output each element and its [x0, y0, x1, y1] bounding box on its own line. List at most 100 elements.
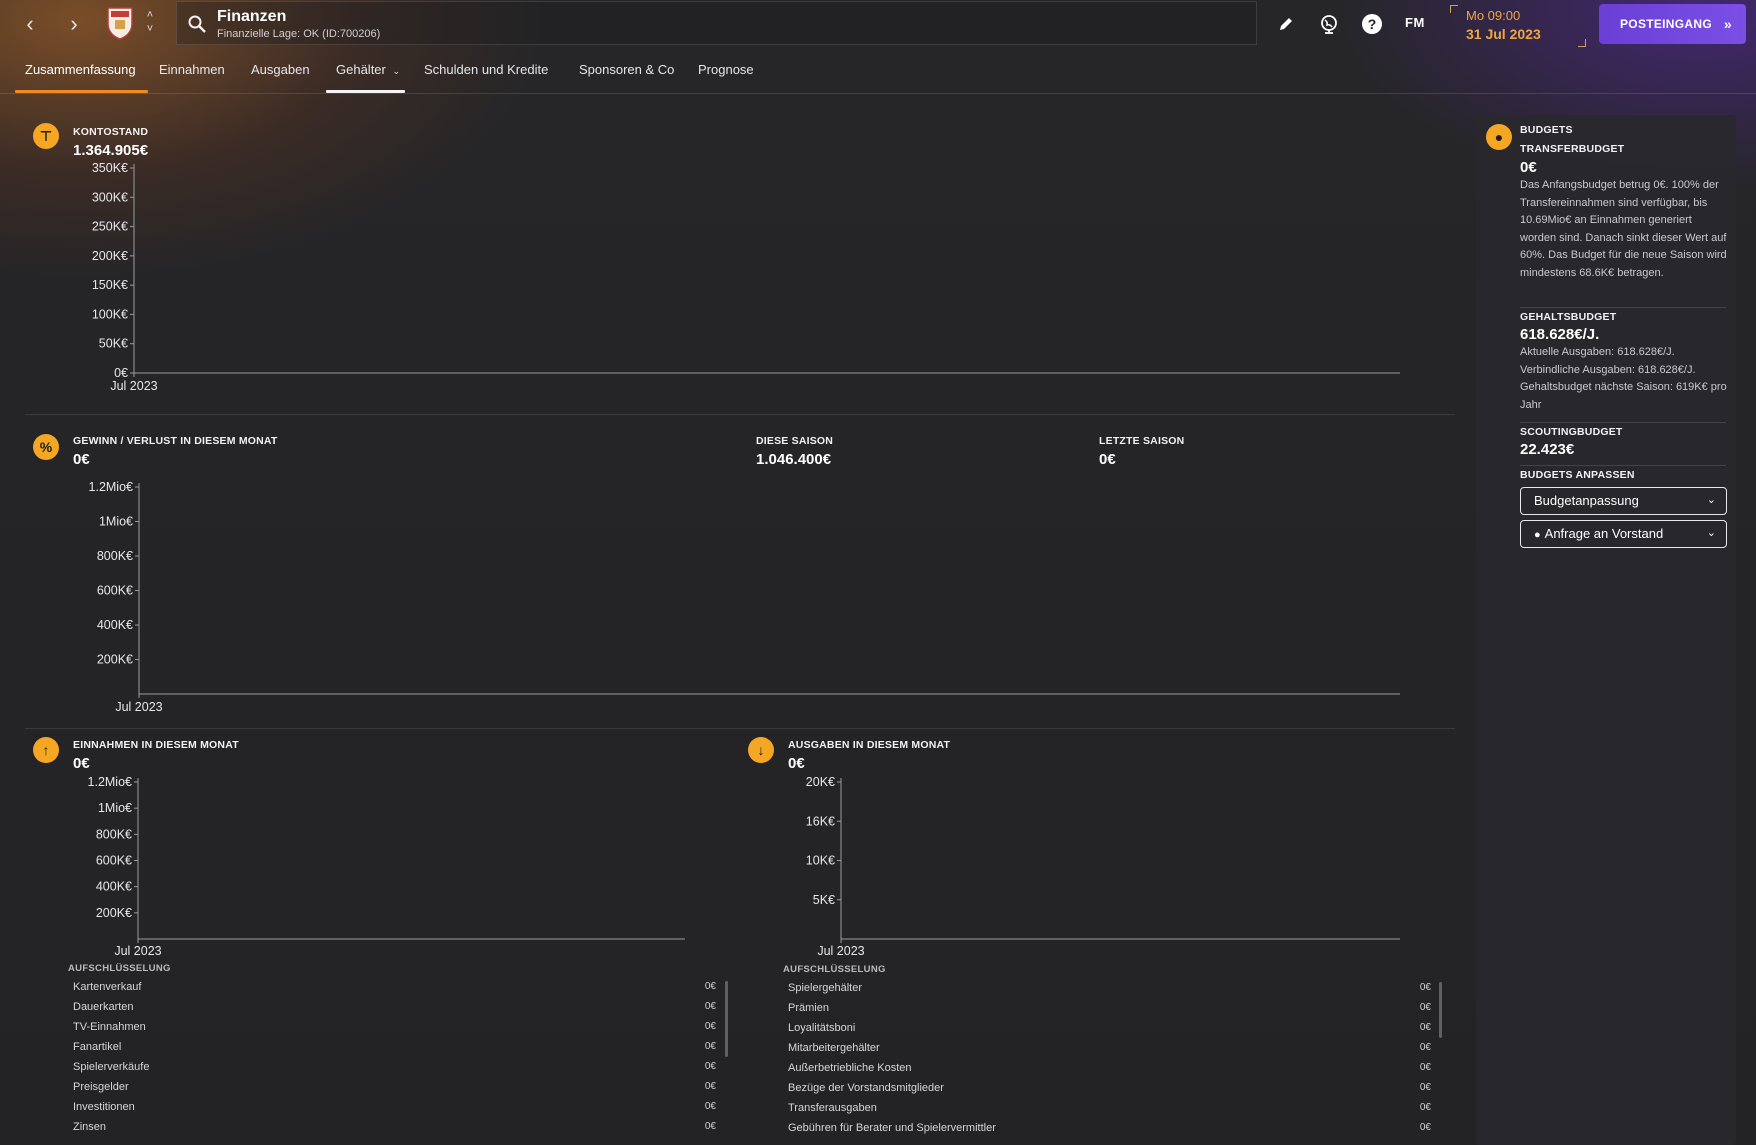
breakdown-row[interactable]: Außerbetriebliche Kosten 0€	[788, 1059, 1431, 1079]
breakdown-row[interactable]: TV-Einnahmen 0€	[73, 1018, 716, 1038]
breakdown-row[interactable]: Spielergehälter 0€	[788, 979, 1431, 999]
y-tick-label: 200K€	[97, 653, 133, 667]
y-tick-label: 200K€	[96, 906, 132, 920]
this-season-value: 1.046.400€	[756, 451, 832, 468]
scouting-budget-value: 22.423€	[1520, 441, 1575, 458]
income-breakdown-title: AUFSCHLÜSSELUNG	[68, 963, 171, 974]
scouting-budget-label: SCOUTINGBUDGET	[1520, 426, 1623, 438]
last-season-label: LETZTE SAISON	[1099, 435, 1185, 447]
y-tick-label: 100K€	[92, 307, 128, 321]
y-tick-label: 250K€	[92, 220, 128, 234]
main-content: ⊤ KONTOSTAND 1.364.905€ 350K€ 300K€ 250K€ 2…	[0, 0, 1460, 1145]
breakdown-row-value: 0€	[1419, 1082, 1431, 1093]
this-season-label: DIESE SAISON	[756, 435, 834, 447]
y-tick-label: 150K€	[92, 278, 128, 292]
balance-label: KONTOSTAND	[73, 126, 149, 138]
y-tick-label: 400K€	[96, 880, 132, 894]
y-tick-label: 50K€	[99, 337, 128, 351]
inbox-button-label: POSTEINGANG	[1620, 17, 1712, 31]
breakdown-row[interactable]: Gebühren für Berater und Spielervermittl…	[788, 1119, 1431, 1139]
breakdown-row-label: Dauerkarten	[73, 1001, 134, 1013]
breakdown-row[interactable]: Prämien 0€	[788, 999, 1431, 1019]
board-request-select[interactable]: ● Anfrage an Vorstand ⌄	[1520, 520, 1727, 548]
breakdown-row-value: 0€	[1419, 1042, 1431, 1053]
breakdown-row-label: Spielerverkäufe	[73, 1061, 150, 1073]
transfer-budget-text: Das Anfangsbudget betrug 0€. 100% der Tr…	[1520, 179, 1727, 279]
breakdown-row-value: 0€	[704, 1001, 716, 1012]
y-tick-label: 350K€	[92, 161, 128, 175]
y-tick-label: 16K€	[806, 814, 835, 828]
budget-adjustment-select[interactable]: Budgetanpassung ⌄	[1520, 487, 1727, 515]
y-tick-label: 1Mio€	[99, 515, 133, 529]
breakdown-row[interactable]: Kartenverkauf 0€	[73, 978, 716, 998]
y-tick-label: 600K€	[97, 584, 133, 598]
y-tick-label: 1.2Mio€	[88, 775, 133, 789]
x-tick-label: Jul 2023	[110, 379, 157, 393]
y-tick-label: 1Mio€	[98, 801, 132, 815]
y-tick-label: 10K€	[806, 854, 835, 868]
game-date: 31 Jul 2023	[1466, 26, 1541, 42]
breakdown-row-label: Prämien	[788, 1002, 829, 1014]
income-chart: 1.2Mio€ 1Mio€ 800K€ 600K€ 400K€ 200K€ Jul 2023	[88, 775, 685, 958]
breakdown-row-label: Mitarbeitergehälter	[788, 1042, 880, 1054]
breakdown-row-label: Loyalitätsboni	[788, 1022, 856, 1034]
x-tick-label: Jul 2023	[115, 700, 162, 714]
breakdown-row-label: Investitionen	[73, 1101, 135, 1113]
panel-divider	[1520, 465, 1726, 466]
breakdown-row-label: Außerbetriebliche Kosten	[788, 1062, 912, 1074]
wage-budget-label: GEHALTSBUDGET	[1520, 311, 1617, 323]
y-tick-label: 1.2Mio€	[89, 480, 134, 494]
y-tick-label: 300K€	[92, 190, 128, 204]
percent-icon: %	[33, 434, 59, 460]
select-value: Anfrage an Vorstand	[1544, 526, 1664, 541]
inbox-button[interactable]: POSTEINGANG »	[1599, 4, 1746, 44]
breakdown-row[interactable]: Zinsen 0€	[73, 1118, 716, 1138]
breakdown-row[interactable]: Transferausgaben 0€	[788, 1099, 1431, 1119]
breakdown-row-value: 0€	[704, 1041, 716, 1052]
panel-divider	[1520, 307, 1726, 308]
breakdown-row-value: 0€	[704, 981, 716, 992]
expenses-breakdown-title: AUFSCHLÜSSELUNG	[783, 964, 886, 975]
breakdown-row[interactable]: Preisgelder 0€	[73, 1078, 716, 1098]
profit-chart: 1.2Mio€ 1Mio€ 800K€ 600K€ 400K€ 200K€ Jul 2023	[89, 480, 1400, 714]
breakdown-row[interactable]: Bezüge der Vorstandsmitglieder 0€	[788, 1079, 1431, 1099]
breakdown-row-label: TV-Einnahmen	[73, 1021, 146, 1033]
chevron-down-icon: ⌄	[1706, 494, 1716, 506]
profit-label: GEWINN / VERLUST IN DIESEM MONAT	[73, 435, 278, 447]
section-divider	[25, 728, 1455, 729]
balance-chart: 350K€ 300K€ 250K€ 200K€ 150K€ 100K€ 50K€ 0€Jul …	[92, 161, 1400, 393]
breakdown-row[interactable]: Spielerverkäufe 0€	[73, 1058, 716, 1078]
chevron-down-icon: ⌄	[1706, 527, 1716, 539]
breakdown-row[interactable]: Mitarbeitergehälter 0€	[788, 1039, 1431, 1059]
last-season-value: 0€	[1099, 451, 1116, 468]
balance-value: 1.364.905€	[73, 142, 149, 159]
breakdown-row[interactable]: Investitionen 0€	[73, 1098, 716, 1118]
wage-budget-text: Aktuelle Ausgaben: 618.628€/J. Verbindli…	[1520, 346, 1727, 411]
breakdown-row[interactable]: Loyalitätsboni 0€	[788, 1019, 1431, 1039]
breakdown-row-value: 0€	[1419, 1122, 1431, 1133]
breakdown-row-label: Zinsen	[73, 1121, 107, 1133]
breakdown-row-value: 0€	[704, 1061, 716, 1072]
transfer-budget-value: 0€	[1520, 159, 1537, 176]
date-time-box[interactable]: Mo 09:00 31 Jul 2023	[1450, 5, 1586, 47]
piggy-bank-icon: ●	[1486, 124, 1512, 150]
section-divider	[25, 414, 1455, 415]
breakdown-row-value: 0€	[704, 1081, 716, 1092]
double-chevron-right-icon: »	[1723, 16, 1732, 32]
y-tick-label: 200K€	[92, 249, 128, 263]
breakdown-row-label: Fanartikel	[73, 1041, 122, 1053]
breakdown-row-label: Gebühren für Berater und Spielervermittl…	[788, 1122, 996, 1134]
breakdown-row-value: 0€	[1419, 1062, 1431, 1073]
breakdown-row-value: 0€	[1419, 982, 1431, 993]
breakdown-row-label: Bezüge der Vorstandsmitglieder	[788, 1082, 944, 1094]
breakdown-row-value: 0€	[704, 1101, 716, 1112]
breakdown-row[interactable]: Fanartikel 0€	[73, 1038, 716, 1058]
wage-budget-value: 618.628€/J.	[1520, 326, 1600, 343]
breakdown-row-label: Kartenverkauf	[73, 981, 142, 993]
income-scrollbar[interactable]	[725, 981, 728, 1057]
expenses-scrollbar[interactable]	[1439, 982, 1442, 1038]
select-value: Budgetanpassung	[1534, 493, 1639, 508]
y-tick-label: 800K€	[96, 827, 132, 841]
arrow-up-icon: ↑	[33, 737, 59, 763]
breakdown-row[interactable]: Dauerkarten 0€	[73, 998, 716, 1018]
